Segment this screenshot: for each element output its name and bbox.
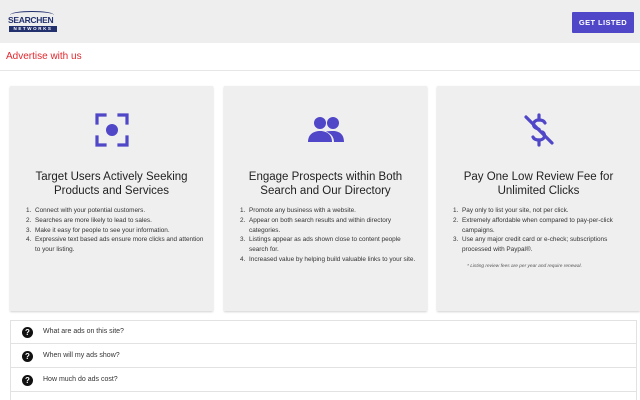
target-focus-icon bbox=[10, 112, 213, 148]
faq-item[interactable]: ? What are ads on this site? bbox=[11, 321, 636, 344]
get-listed-button[interactable]: GET LISTED bbox=[572, 12, 634, 33]
card-benefit-list: 1. Pay only to list your site, not per cl… bbox=[453, 206, 634, 255]
faq-accordion: ? What are ads on this site? ? When will… bbox=[10, 320, 637, 400]
feature-card-engage: Engage Prospects within Both Search and … bbox=[224, 86, 427, 311]
feature-card-target: Target Users Actively Seeking Products a… bbox=[10, 86, 213, 311]
card-title: Pay One Low Review Fee for Unlimited Cli… bbox=[463, 171, 614, 197]
list-item: 2. Appear on both search results and with… bbox=[240, 216, 392, 234]
faq-item[interactable]: ? How much do ads cost? bbox=[11, 369, 636, 392]
list-item: 2. Searches are more likely to lead to sa… bbox=[26, 216, 152, 224]
searchen-logo[interactable]: SEARCHEN NETWORKS bbox=[8, 11, 58, 38]
question-circle-icon: ? bbox=[22, 375, 33, 386]
top-bar: SEARCHEN NETWORKS GET LISTED bbox=[0, 0, 640, 43]
faq-question[interactable]: When will my ads show? bbox=[43, 352, 120, 359]
list-item: 2. Extremely affordable when compared to … bbox=[453, 216, 613, 234]
list-item: 3. Listings appear as ads shown close to … bbox=[240, 236, 401, 254]
feature-card-pay: Pay One Low Review Fee for Unlimited Cli… bbox=[437, 86, 640, 311]
faq-item[interactable]: ? When will my ads show? bbox=[11, 345, 636, 368]
people-group-icon bbox=[224, 112, 427, 148]
list-item: 3. Make it easy for people to see your in… bbox=[26, 226, 170, 234]
question-circle-icon: ? bbox=[22, 327, 33, 338]
page-title: Advertise with us bbox=[6, 51, 82, 62]
card-benefit-list: 1. Connect with your potential customers.… bbox=[26, 206, 207, 255]
list-item: 1. Connect with your potential customers. bbox=[26, 207, 146, 214]
card-title: Engage Prospects within Both Search and … bbox=[248, 171, 403, 197]
card-title: Target Users Actively Seeking Products a… bbox=[35, 171, 188, 197]
question-circle-icon: ? bbox=[22, 351, 33, 362]
list-item: 4. Expressive text based ads ensure more … bbox=[26, 236, 204, 254]
pricing-footnote: * Listing review fees are per year and r… bbox=[467, 264, 582, 269]
list-item: 1. Promote any business with a website. bbox=[240, 207, 356, 214]
divider bbox=[0, 70, 640, 71]
logo-sub-text: NETWORKS bbox=[9, 26, 57, 32]
list-item: 3. Use any major credit card or e-check; … bbox=[453, 236, 608, 254]
faq-question[interactable]: What are ads on this site? bbox=[43, 328, 124, 335]
list-item: 1. Pay only to list your site, not per cl… bbox=[453, 207, 569, 214]
logo-main-text: SEARCHEN bbox=[8, 15, 54, 25]
list-item: 4. Increased value by helping build valua… bbox=[240, 255, 416, 263]
card-benefit-list: 1. Promote any business with a website. 2… bbox=[240, 206, 421, 265]
no-money-icon bbox=[437, 112, 640, 148]
faq-question[interactable]: How much do ads cost? bbox=[43, 376, 118, 383]
